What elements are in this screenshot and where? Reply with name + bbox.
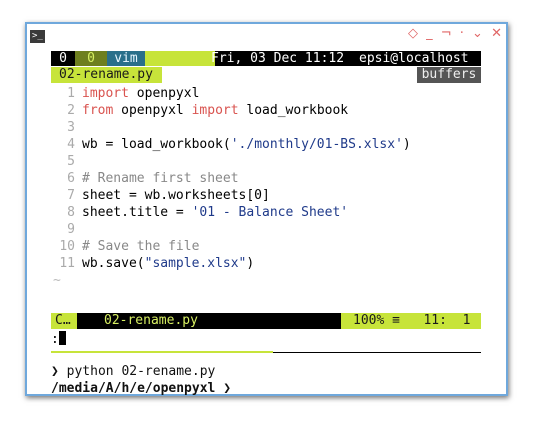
terminal-icon: >_ (30, 30, 45, 43)
close-icon[interactable]: ✕ (491, 26, 502, 41)
code-editor[interactable]: 1 import openpyxl 2 from openpyxl import l… (51, 85, 481, 289)
tabline-accent (145, 51, 215, 66)
cmdline-text: : (51, 332, 59, 347)
string-literal: './monthly/01-BS.xlsx' (230, 137, 403, 152)
code-text: sheet = wb.worksheets[0] (82, 188, 270, 203)
maximize-icon[interactable]: ¬ (441, 26, 452, 41)
code-line: 1 import openpyxl (51, 85, 481, 102)
line-number: 3 (67, 120, 75, 135)
prompt-arrow: ❯ (215, 381, 232, 396)
vim-tabline: 0 0 vim Fri, 03 Dec 11:12 epsi@localhost (51, 51, 481, 66)
status-filename: 02-rename.py (104, 313, 198, 328)
line-number: 8 (67, 205, 75, 220)
code-line: 3 (51, 119, 481, 136)
code-line: 9 (51, 221, 481, 238)
cwd-prefix: /media/A/h/e/ (51, 381, 153, 396)
keyword-import: import (191, 103, 239, 118)
terminal-window: >_ ◇ _ ¬ · ⌄ ✕ 0 0 vim Fri, 03 Dec 11:12… (25, 22, 508, 396)
code-line: 6 # Rename first sheet (51, 170, 481, 187)
line-number: 5 (67, 154, 75, 169)
shell-command-line: ❯ python 02-rename.py (51, 364, 216, 379)
status-position: 100% ≡ 11: 1 (341, 313, 481, 329)
comment: # Rename first sheet (82, 171, 239, 186)
status-percent: 100% (353, 313, 385, 328)
status-col: 1 (462, 313, 471, 328)
tab-zero-b[interactable]: 0 (75, 51, 107, 66)
line-number: 4 (67, 137, 75, 152)
buffer-line: 02-rename.py buffers (51, 67, 481, 83)
cursor (58, 331, 66, 345)
status-symbol: ≡ (392, 313, 400, 328)
minimize-icon[interactable]: _ (426, 26, 433, 41)
code-line: 2 from openpyxl import load_workbook (51, 102, 481, 119)
tabline-datetime: Fri, 03 Dec 11:12 (211, 51, 345, 66)
menu-icon[interactable]: ⌄ (472, 26, 483, 41)
line-number: 1 (67, 86, 75, 101)
terminal-content[interactable]: 0 0 vim Fri, 03 Dec 11:12 epsi@localhost… (51, 49, 481, 397)
code-line: 11 wb.save("sample.xlsx") (51, 255, 481, 272)
keyword-import: import (82, 86, 129, 101)
window-controls: ◇ _ ¬ · ⌄ ✕ (404, 26, 502, 41)
vim-cmdline[interactable]: : (51, 331, 481, 347)
line-number: 2 (67, 103, 75, 118)
string-literal: '01 - Balance Sheet' (191, 205, 349, 220)
code-line: 7 sheet = wb.worksheets[0] (51, 187, 481, 204)
string-literal: "sample.xlsx" (144, 256, 247, 271)
pane-divider-active (51, 351, 273, 353)
tab-zero[interactable]: 0 (51, 51, 75, 66)
status-line: 11: (423, 313, 447, 328)
line-number: 6 (67, 171, 75, 186)
shade-icon[interactable]: ◇ (408, 26, 418, 41)
code-line: 4 wb = load_workbook('./monthly/01-BS.xls… (51, 136, 481, 153)
line-number: 11 (59, 256, 75, 271)
vim-statusline: C… 02-rename.py 100% ≡ 11: 1 (51, 313, 481, 329)
buffer-tab-active[interactable]: 02-rename.py (51, 67, 162, 83)
tabline-user: epsi@localhost (359, 51, 469, 66)
tab-vim[interactable]: vim (107, 51, 145, 66)
status-mode: C… (51, 313, 77, 329)
cwd-last: openpyxl (152, 381, 216, 396)
line-number: 7 (67, 188, 75, 203)
keyword-from: from (82, 103, 114, 118)
line-number: 10 (59, 239, 75, 254)
sticky-icon[interactable]: · (460, 26, 464, 41)
line-number: 9 (67, 222, 75, 237)
shell-prompt: /media/A/h/e/openpyxl ❯ (51, 381, 231, 397)
title-bar: >_ ◇ _ ¬ · ⌄ ✕ (27, 24, 506, 48)
code-line: 5 (51, 153, 481, 170)
comment: # Save the file (82, 239, 200, 254)
code-line: 8 sheet.title = '01 - Balance Sheet' (51, 204, 481, 221)
buffers-button[interactable]: buffers (417, 67, 481, 83)
empty-line-tilde: ~ (53, 273, 61, 288)
code-line: 10 # Save the file (51, 238, 481, 255)
